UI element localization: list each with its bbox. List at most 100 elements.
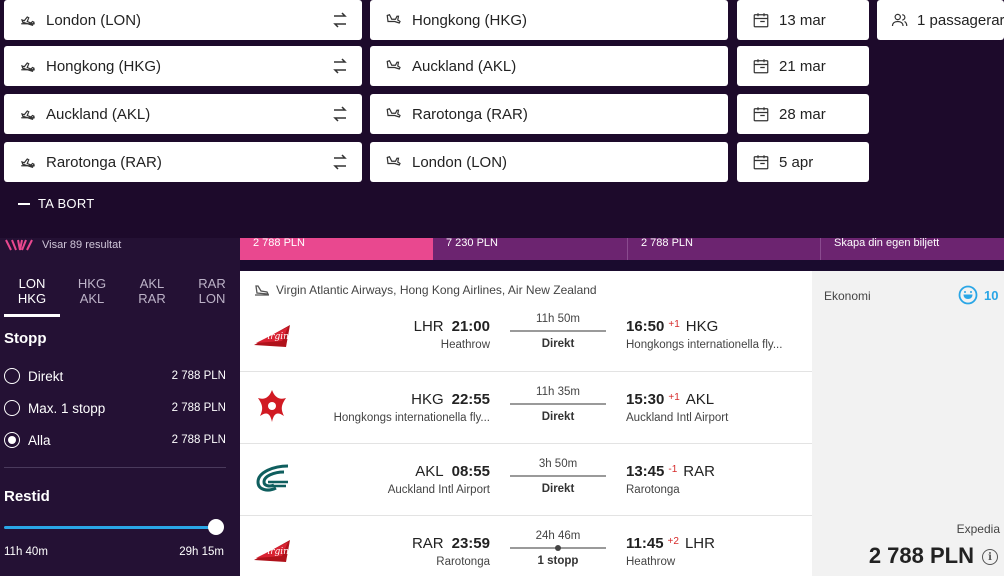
departure-info: AKL 08:55 Auckland Intl Airport xyxy=(388,463,490,496)
results-count: Visar 89 resultat xyxy=(0,238,240,252)
stop-dot xyxy=(555,545,561,551)
price-panel[interactable]: Ekonomi 10 Expedia 2 788 PLN i xyxy=(812,271,1004,576)
people-icon xyxy=(891,10,909,30)
swap-icon[interactable] xyxy=(332,10,348,30)
destination-text: Rarotonga (RAR) xyxy=(412,105,528,123)
dep-airport: Hongkongs internationella fly... xyxy=(333,412,490,424)
rating-score: 10 xyxy=(984,287,999,303)
dep-code: HKG xyxy=(411,391,444,408)
swap-icon[interactable] xyxy=(332,56,348,76)
duration-info: 11h 50m Direkt xyxy=(510,313,606,350)
departure-icon xyxy=(255,285,270,296)
minus-icon xyxy=(18,202,30,205)
remove-leg-button[interactable]: TA BORT xyxy=(18,196,95,211)
leg-from: HKG xyxy=(77,276,107,291)
destination-field-4[interactable]: London (LON) xyxy=(370,142,728,182)
result-card[interactable]: Virgin Atlantic Airways, Hong Kong Airli… xyxy=(240,271,812,576)
origin-field-3[interactable]: Auckland (AKL) xyxy=(4,94,362,134)
origin-field-2[interactable]: Hongkong (HKG) xyxy=(4,46,362,86)
arr-airport: Hongkongs internationella fly... xyxy=(626,339,783,351)
leg-from: RAR xyxy=(198,276,226,291)
takeoff-icon xyxy=(18,56,38,76)
date-field-2[interactable]: 21 mar xyxy=(737,46,869,86)
date-text: 28 mar xyxy=(779,105,826,123)
info-icon[interactable]: i xyxy=(982,549,998,565)
landing-icon xyxy=(384,152,404,172)
route-line xyxy=(510,545,606,551)
duration-min: 11h 40m xyxy=(4,546,48,558)
air-new-zealand-logo-icon xyxy=(256,464,289,492)
takeoff-icon xyxy=(18,152,38,172)
stop-option-max-1[interactable]: Max. 1 stopp 2 788 PLN xyxy=(4,397,226,419)
dep-airport: Rarotonga xyxy=(436,556,490,568)
leg-from: LON xyxy=(18,276,46,291)
arr-code: HKG xyxy=(685,318,719,335)
radio-button-checked[interactable] xyxy=(4,432,20,448)
tab-best[interactable]: 2 788 PLN xyxy=(627,238,820,260)
stop-option-direct[interactable]: Direkt 2 788 PLN xyxy=(4,365,226,387)
origin-text: Auckland (AKL) xyxy=(46,105,151,123)
origin-field-1[interactable]: London (LON) xyxy=(4,0,362,40)
stop-price: 2 788 PLN xyxy=(171,402,226,414)
dep-code: LHR xyxy=(413,318,444,335)
tab-fastest[interactable]: 7 230 PLN xyxy=(433,238,627,260)
calendar-icon xyxy=(751,104,771,124)
dep-airport: Auckland Intl Airport xyxy=(387,484,490,496)
calendar-icon xyxy=(751,10,771,30)
dep-airport: Heathrow xyxy=(440,339,490,351)
duration-slider-track[interactable] xyxy=(4,526,220,529)
calendar-icon xyxy=(751,56,771,76)
passengers-field[interactable]: 1 passagerare xyxy=(877,0,1004,40)
search-panel: London (LON) Hongkong (HKG) 13 mar 1 pas… xyxy=(0,0,1004,238)
virgin-atlantic-logo-icon: Virgin xyxy=(254,325,290,347)
date-text: 5 apr xyxy=(779,153,814,171)
tab-leg-3[interactable]: AKL RAR xyxy=(124,274,180,316)
calendar-icon xyxy=(751,152,771,172)
origin-field-4[interactable]: Rarotonga (RAR) xyxy=(4,142,362,182)
destination-field-1[interactable]: Hongkong (HKG) xyxy=(370,0,728,40)
tab-leg-4[interactable]: RAR LON xyxy=(184,274,240,316)
date-field-4[interactable]: 5 apr xyxy=(737,142,869,182)
swap-icon[interactable] xyxy=(332,152,348,172)
stops: 1 stopp xyxy=(537,555,579,567)
airlines-text: Virgin Atlantic Airways, Hong Kong Airli… xyxy=(276,283,597,297)
takeoff-icon xyxy=(18,10,38,30)
virgin-atlantic-logo-icon: Virgin xyxy=(254,540,290,562)
arrival-info: 13:45 -1 RAR Rarotonga xyxy=(626,463,715,496)
duration-slider-handle[interactable] xyxy=(208,519,224,535)
origin-text: Hongkong (HKG) xyxy=(46,57,162,75)
stop-price: 2 788 PLN xyxy=(171,370,226,382)
leg-from: AKL xyxy=(139,276,165,291)
stop-option-all[interactable]: Alla 2 788 PLN xyxy=(4,429,226,451)
tab-cheapest[interactable]: 2 788 PLN xyxy=(240,238,433,260)
dep-code: AKL xyxy=(415,463,444,480)
leg-tabs: LON HKG HKG AKL AKL RAR RAR LON xyxy=(0,274,240,317)
departure-info: LHR 21:00 Heathrow xyxy=(414,318,490,351)
tab-leg-2[interactable]: HKG AKL xyxy=(64,274,120,316)
provider-name: Expedia xyxy=(956,522,1000,536)
stop-label: Direkt xyxy=(28,368,64,384)
stop-price: 2 788 PLN xyxy=(171,434,226,446)
segment-row: Virgin RAR 23:59 Rarotonga 24h 46m 1 stop… xyxy=(240,516,812,576)
origin-text: Rarotonga (RAR) xyxy=(46,153,162,171)
dep-time: 22:55 xyxy=(451,391,490,408)
duration-info: 3h 50m Direkt xyxy=(510,458,606,495)
day-offset: +1 xyxy=(668,392,680,403)
svg-text:Virgin: Virgin xyxy=(261,547,289,557)
remove-label: TA BORT xyxy=(38,196,95,211)
tab-leg-1[interactable]: LON HKG xyxy=(4,274,60,317)
date-field-3[interactable]: 28 mar xyxy=(737,94,869,134)
date-field-1[interactable]: 13 mar xyxy=(737,0,869,40)
dep-code: RAR xyxy=(411,535,444,552)
destination-field-3[interactable]: Rarotonga (RAR) xyxy=(370,94,728,134)
radio-button[interactable] xyxy=(4,400,20,416)
duration-info: 24h 46m 1 stopp xyxy=(510,530,606,567)
swap-icon[interactable] xyxy=(332,104,348,124)
tab-create-own-ticket[interactable]: Skapa din egen biljett xyxy=(820,238,1004,260)
destination-field-2[interactable]: Auckland (AKL) xyxy=(370,46,728,86)
destination-text: Auckland (AKL) xyxy=(412,57,517,75)
duration: 24h 46m xyxy=(535,530,581,542)
radio-button[interactable] xyxy=(4,368,20,384)
stop-label: Max. 1 stopp xyxy=(28,400,106,416)
landing-icon xyxy=(384,104,404,124)
